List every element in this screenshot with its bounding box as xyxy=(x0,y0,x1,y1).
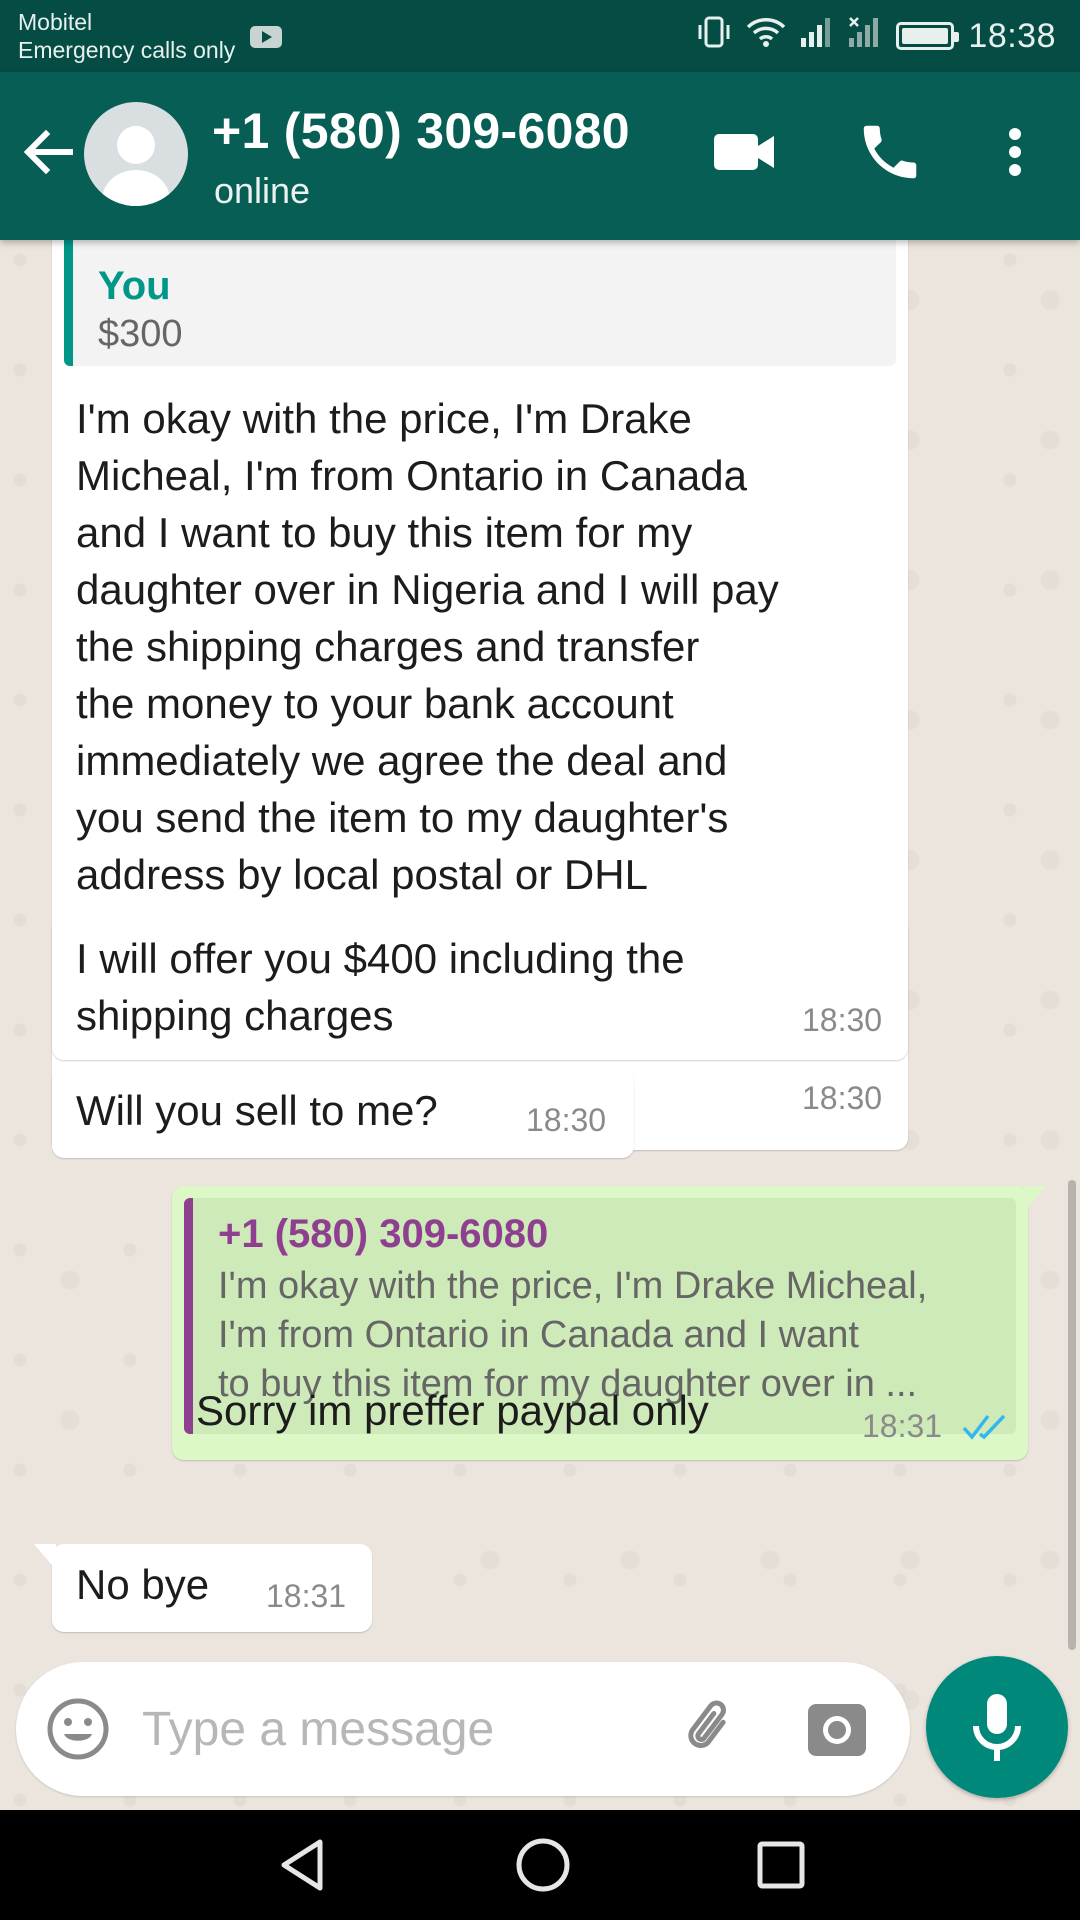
message-text: No bye xyxy=(76,1561,210,1608)
attach-button[interactable] xyxy=(676,1694,746,1764)
quote-line: I'm okay with the price, I'm Drake Miche… xyxy=(218,1265,928,1307)
avatar-body xyxy=(102,170,170,206)
attach-icon xyxy=(688,1700,726,1748)
bubble-tail xyxy=(1024,1186,1046,1212)
vibrate-icon xyxy=(696,15,732,58)
back-button[interactable] xyxy=(18,122,78,182)
read-ticks-icon xyxy=(962,1414,1006,1440)
message-time: 18:30 xyxy=(802,1080,883,1116)
quote-sender: +1 (580) 309-6080 xyxy=(218,1212,549,1256)
quote-accent-bar xyxy=(184,1198,193,1434)
carrier-name: Mobitel xyxy=(18,9,93,35)
avatar-icon xyxy=(117,126,155,164)
message-line: and I want to buy this item for my xyxy=(76,509,693,556)
quote-text: $300 xyxy=(98,313,183,355)
nav-home-icon xyxy=(516,1838,570,1892)
message-bubble-incoming[interactable]: Will you sell to me? 18:30 xyxy=(52,1070,634,1158)
message-bubble-incoming[interactable]: No bye 18:31 xyxy=(34,1544,372,1632)
message-line: I will offer you $400 including the xyxy=(76,935,685,982)
camera-button[interactable] xyxy=(806,1698,868,1760)
status-bar: Mobitel Emergency calls only 18:38 xyxy=(0,0,1080,72)
emoji-button[interactable] xyxy=(46,1697,110,1761)
emergency-text: Emergency calls only xyxy=(18,37,236,63)
more-options-button[interactable] xyxy=(995,122,1035,182)
more-options-icon xyxy=(1009,128,1021,176)
battery-icon xyxy=(896,22,960,50)
message-composer xyxy=(16,1662,910,1796)
message-line: you send the item to my daughter's xyxy=(76,794,729,841)
message-time: 18:30 xyxy=(526,1102,607,1138)
status-icons: 18:38 xyxy=(696,14,1056,58)
video-call-icon xyxy=(714,134,774,170)
youtube-notification-icon xyxy=(250,26,282,48)
message-line: immediately we agree the deal and xyxy=(76,737,728,784)
message-time: 18:31 xyxy=(266,1578,347,1614)
nav-home-button[interactable] xyxy=(510,1832,576,1898)
back-arrow-icon xyxy=(23,129,73,175)
chat-header: +1 (580) 309-6080 online xyxy=(0,72,1080,240)
message-text: I will offer you $400 including the ship… xyxy=(76,930,836,1044)
nav-recents-button[interactable] xyxy=(748,1832,814,1898)
nav-recents-icon xyxy=(757,1841,805,1889)
quote-line: I'm from Ontario in Canada and I want xyxy=(218,1314,859,1356)
voice-call-button[interactable] xyxy=(855,117,925,187)
message-text: I'm okay with the price, I'm Drake Miche… xyxy=(76,390,896,903)
message-line: daughter over in Nigeria and I will pay xyxy=(76,566,779,613)
chat-scrollbar[interactable] xyxy=(1068,1180,1076,1650)
message-input[interactable] xyxy=(142,1692,662,1766)
microphone-icon xyxy=(973,1694,1021,1761)
avatar[interactable] xyxy=(84,102,188,206)
message-line: the shipping charges and transfer xyxy=(76,623,700,670)
system-nav-bar xyxy=(0,1810,1080,1920)
message-line: the money to your bank account xyxy=(76,680,674,727)
clock: 18:38 xyxy=(968,16,1056,55)
nav-back-icon xyxy=(281,1839,323,1891)
message-text: Will you sell to me? xyxy=(76,1087,438,1134)
voice-call-icon xyxy=(863,125,917,179)
message-bubble-incoming[interactable]: I will offer you $400 including the ship… xyxy=(52,920,908,1060)
message-time: 18:30 xyxy=(802,1002,883,1038)
wifi-icon xyxy=(746,16,786,57)
message-text: Sorry im preffer paypal only xyxy=(196,1387,709,1434)
message-line: shipping charges xyxy=(76,992,394,1039)
contact-status: online xyxy=(214,170,311,211)
quote-sender: You xyxy=(98,264,171,308)
quote-accent-bar xyxy=(64,240,73,366)
camera-icon xyxy=(808,1704,866,1756)
emoji-icon xyxy=(47,1698,109,1760)
message-bubble-outgoing[interactable]: +1 (580) 309-6080 I'm okay with the pric… xyxy=(172,1186,1046,1460)
bubble-tail xyxy=(34,1544,56,1570)
nav-back-button[interactable] xyxy=(270,1832,336,1898)
video-call-button[interactable] xyxy=(710,122,780,182)
quoted-message[interactable]: You $300 xyxy=(64,240,896,366)
no-signal-icon xyxy=(848,16,882,57)
chat-area[interactable]: You $300 I'm okay with the price, I'm Dr… xyxy=(0,240,1080,1810)
contact-name[interactable]: +1 (580) 309-6080 xyxy=(212,102,630,160)
carrier-info: Mobitel Emergency calls only xyxy=(18,8,235,64)
voice-message-button[interactable] xyxy=(926,1656,1068,1798)
signal-icon xyxy=(800,16,834,57)
message-line: Micheal, I'm from Ontario in Canada xyxy=(76,452,747,499)
message-line: I'm okay with the price, I'm Drake xyxy=(76,395,692,442)
message-time: 18:31 xyxy=(862,1408,943,1444)
message-line: address by local postal or DHL xyxy=(76,851,648,898)
